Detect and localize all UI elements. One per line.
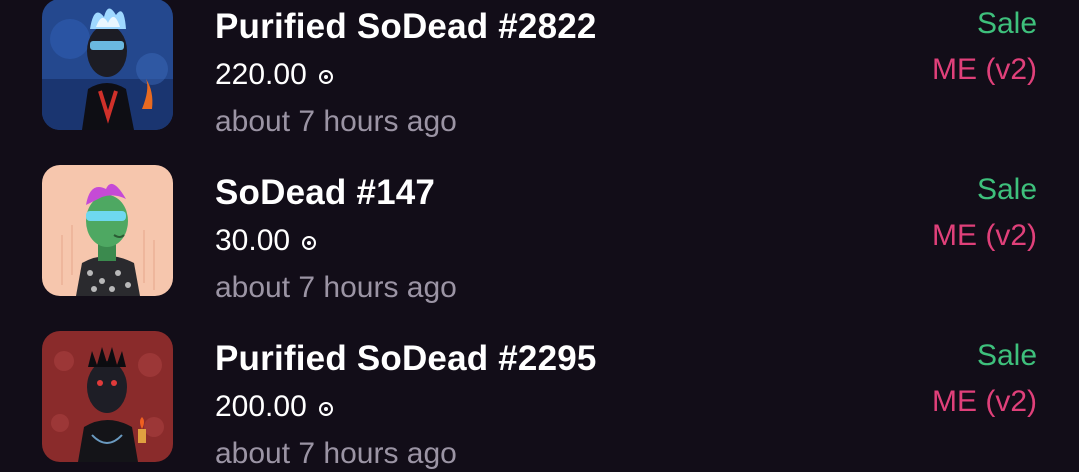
marketplace-label: ME (v2): [932, 219, 1037, 252]
activity-row[interactable]: Purified SoDead #2295 200.00 about 7 hou…: [0, 299, 1079, 470]
transaction-type: Sale: [976, 339, 1037, 372]
nft-image: [42, 0, 173, 130]
nft-thumbnail[interactable]: [42, 165, 173, 296]
price: 220.00: [215, 58, 333, 92]
price-value: 220.00: [215, 58, 307, 91]
sol-icon: [302, 236, 317, 250]
nft-image: [42, 331, 173, 462]
nft-thumbnail[interactable]: [42, 0, 173, 130]
transaction-type: Sale: [976, 7, 1037, 40]
transaction-type: Sale: [976, 173, 1037, 206]
nft-name[interactable]: Purified SoDead #2295: [215, 339, 597, 379]
activity-row[interactable]: SoDead #147 30.00 about 7 hours ago Sale…: [0, 133, 1079, 304]
price: 200.00: [215, 390, 333, 424]
activity-row[interactable]: Purified SoDead #2822 220.00 about 7 hou…: [0, 0, 1079, 138]
price-value: 30.00: [215, 224, 291, 257]
activity-list: Purified SoDead #2822 220.00 about 7 hou…: [0, 0, 1079, 470]
price-value: 200.00: [215, 390, 307, 423]
nft-thumbnail[interactable]: [42, 331, 173, 462]
marketplace-label: ME (v2): [932, 385, 1037, 418]
nft-name[interactable]: SoDead #147: [215, 173, 435, 213]
nft-image: [42, 165, 173, 296]
marketplace-label: ME (v2): [932, 53, 1037, 86]
timestamp: about 7 hours ago: [215, 437, 457, 470]
price: 30.00: [215, 224, 317, 258]
sol-icon: [318, 70, 333, 84]
nft-name[interactable]: Purified SoDead #2822: [215, 7, 597, 47]
sol-icon: [318, 402, 333, 416]
